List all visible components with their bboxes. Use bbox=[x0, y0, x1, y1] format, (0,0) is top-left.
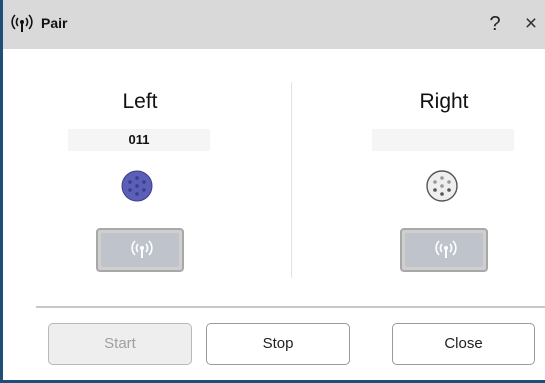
right-panel-title: Right bbox=[419, 90, 469, 113]
window-title: Pair bbox=[41, 15, 68, 31]
title-bar: Pair ? × bbox=[3, 0, 545, 49]
left-status-icon bbox=[121, 170, 153, 202]
footer-divider bbox=[36, 306, 545, 308]
panel-divider bbox=[291, 82, 292, 278]
close-window-button[interactable]: × bbox=[518, 10, 544, 38]
left-id-field: 011 bbox=[68, 129, 210, 151]
left-panel-title: Left bbox=[122, 90, 158, 113]
left-pair-button[interactable] bbox=[96, 228, 184, 272]
right-pair-button[interactable] bbox=[400, 228, 488, 272]
stop-button[interactable]: Stop bbox=[206, 323, 350, 365]
right-id-field bbox=[372, 129, 514, 151]
right-status-icon bbox=[426, 170, 458, 202]
wireless-icon bbox=[435, 240, 457, 258]
help-button[interactable]: ? bbox=[481, 10, 509, 38]
close-button[interactable]: Close bbox=[392, 323, 535, 365]
pair-dialog: Pair ? × Left 011 Right Start Stop Close bbox=[0, 0, 545, 383]
wireless-icon bbox=[11, 14, 33, 32]
wireless-icon bbox=[131, 240, 153, 258]
start-button[interactable]: Start bbox=[48, 323, 192, 365]
